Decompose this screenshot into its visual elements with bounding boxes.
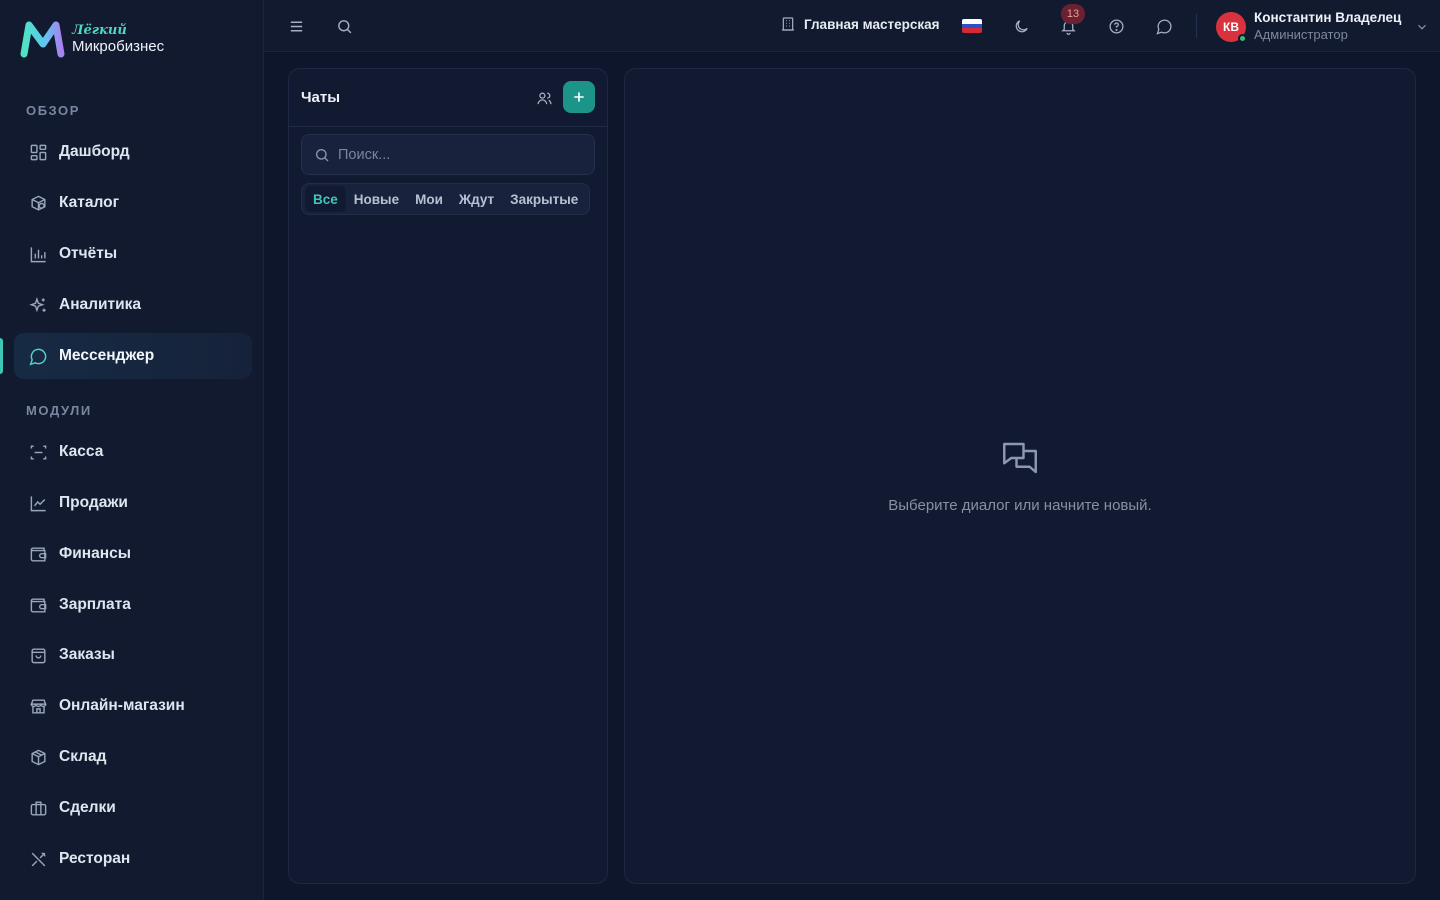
catalog-icon	[28, 193, 48, 213]
chats-title: Чаты	[301, 89, 341, 106]
sidebar-item-label: Зарплата	[59, 596, 131, 613]
briefcase-icon	[28, 798, 48, 818]
workshop-name: Главная мастерская	[804, 16, 940, 32]
building-icon	[782, 17, 794, 31]
user-role: Администратор	[1254, 26, 1348, 42]
conversation-panel: Выберите диалог или начните новый.	[624, 68, 1416, 884]
users-icon	[536, 92, 552, 104]
sidebar-item-sales[interactable]: Продажи	[14, 480, 252, 526]
user-name: Константин Владелец	[1254, 10, 1402, 25]
reports-icon	[28, 244, 48, 264]
active-indicator	[0, 338, 3, 374]
section-label-modules: МОДУЛИ	[26, 403, 92, 418]
search-icon	[316, 148, 329, 161]
store-icon	[28, 696, 48, 716]
sparkles-icon	[28, 295, 48, 315]
sidebar-item-reports[interactable]: Отчёты	[14, 231, 252, 277]
chat-search	[301, 134, 595, 175]
topbar: Главная мастерская 13 КВ Константин Влад…	[264, 0, 1440, 52]
dashboard-icon	[28, 142, 48, 162]
shopping-bag-icon	[28, 645, 48, 665]
plus-icon	[574, 92, 584, 102]
section-label-overview: ОБЗОР	[26, 103, 81, 118]
app: Лёгкий Микробизнес ОБЗОР Дашборд Каталог…	[0, 0, 1440, 900]
message-icon	[28, 346, 48, 366]
search-icon	[337, 19, 351, 33]
sidebar-item-deals[interactable]: Сделки	[14, 785, 252, 831]
scan-icon	[28, 442, 48, 462]
workshop-selector[interactable]: Главная мастерская	[780, 16, 940, 32]
sidebar-item-label: Отчёты	[59, 245, 118, 262]
brand-logo[interactable]: Лёгкий Микробизнес	[20, 20, 164, 58]
notifications-badge: 13	[1061, 4, 1085, 24]
chevron-down-icon	[1418, 24, 1427, 30]
brand-tagline: Лёгкий	[72, 23, 127, 38]
sidebar-item-catalog[interactable]: Каталог	[14, 180, 252, 226]
sidebar-item-online-store[interactable]: Онлайн-магазин	[14, 683, 252, 729]
brand-text: Лёгкий Микробизнес	[72, 24, 164, 54]
sidebar-item-dashboard[interactable]: Дашборд	[14, 129, 252, 175]
search-input[interactable]	[338, 146, 578, 163]
filter-tab-waiting[interactable]: Ждут	[451, 186, 502, 212]
avatar: КВ	[1216, 11, 1247, 43]
sidebar-item-label: Сделки	[59, 799, 116, 816]
sidebar-item-finance[interactable]: Финансы	[14, 531, 252, 577]
chats-panel: Чаты Все Новые Мои Ждут Закрытые	[288, 68, 608, 884]
user-info: Константин Владелец Администратор	[1254, 10, 1401, 43]
menu-icon	[290, 21, 302, 31]
chats-header: Чаты	[289, 69, 607, 127]
logo-mark-icon	[20, 21, 65, 58]
sidebar: Лёгкий Микробизнес ОБЗОР Дашборд Каталог…	[0, 0, 264, 900]
utensils-icon	[28, 849, 48, 869]
sidebar-item-messenger[interactable]: Мессенджер	[14, 333, 252, 379]
package-icon	[28, 747, 48, 767]
sidebar-item-salary[interactable]: Зарплата	[14, 582, 252, 628]
empty-state-text: Выберите диалог или начните новый.	[888, 497, 1152, 514]
sidebar-item-label: Касса	[59, 443, 104, 460]
sidebar-item-orders[interactable]: Заказы	[14, 632, 252, 678]
topbar-divider	[1196, 14, 1197, 38]
help-icon	[1108, 18, 1124, 34]
help-button[interactable]	[1104, 14, 1128, 38]
sidebar-item-warehouse[interactable]: Склад	[14, 734, 252, 780]
line-chart-icon	[28, 493, 48, 513]
sidebar-item-label: Склад	[59, 748, 107, 765]
filter-tab-new[interactable]: Новые	[346, 186, 407, 212]
sidebar-item-label: Заказы	[59, 646, 115, 663]
sidebar-item-label: Дашборд	[59, 143, 130, 160]
sidebar-item-restaurant[interactable]: Ресторан	[14, 836, 252, 882]
theme-toggle-button[interactable]	[1009, 14, 1033, 38]
menu-toggle-button[interactable]	[284, 14, 308, 38]
online-status-dot	[1238, 33, 1247, 43]
sidebar-item-label: Аналитика	[59, 296, 142, 313]
sidebar-item-label: Каталог	[59, 194, 120, 211]
new-chat-button[interactable]	[563, 81, 595, 113]
sidebar-item-cashier[interactable]: Касса	[14, 429, 252, 475]
global-search-button[interactable]	[332, 14, 356, 38]
filter-tab-all[interactable]: Все	[305, 186, 346, 212]
language-flag-ru[interactable]	[962, 19, 982, 33]
chat-bubbles-icon	[1003, 442, 1037, 474]
sidebar-item-label: Ресторан	[59, 850, 131, 867]
sidebar-item-label: Финансы	[59, 545, 131, 562]
sidebar-item-label: Продажи	[59, 494, 128, 511]
filter-tab-mine[interactable]: Мои	[407, 186, 451, 212]
user-menu[interactable]: КВ Константин Владелец Администратор	[1216, 10, 1429, 43]
moon-icon	[1015, 19, 1028, 32]
message-icon	[1155, 19, 1171, 35]
contacts-button[interactable]	[533, 87, 555, 109]
wallet-icon	[28, 544, 48, 564]
sidebar-item-label: Мессенджер	[59, 347, 155, 364]
sidebar-item-label: Онлайн-магазин	[59, 697, 185, 714]
chat-filter-tabs: Все Новые Мои Ждут Закрытые	[301, 183, 591, 215]
avatar-initials: КВ	[1223, 19, 1239, 34]
empty-state: Выберите диалог или начните новый.	[625, 437, 1415, 514]
brand-name: Микробизнес	[72, 38, 165, 55]
filter-tab-closed[interactable]: Закрытые	[502, 186, 586, 212]
sidebar-item-analytics[interactable]: Аналитика	[14, 282, 252, 328]
wallet-icon	[28, 595, 48, 615]
messages-button[interactable]	[1152, 14, 1176, 38]
